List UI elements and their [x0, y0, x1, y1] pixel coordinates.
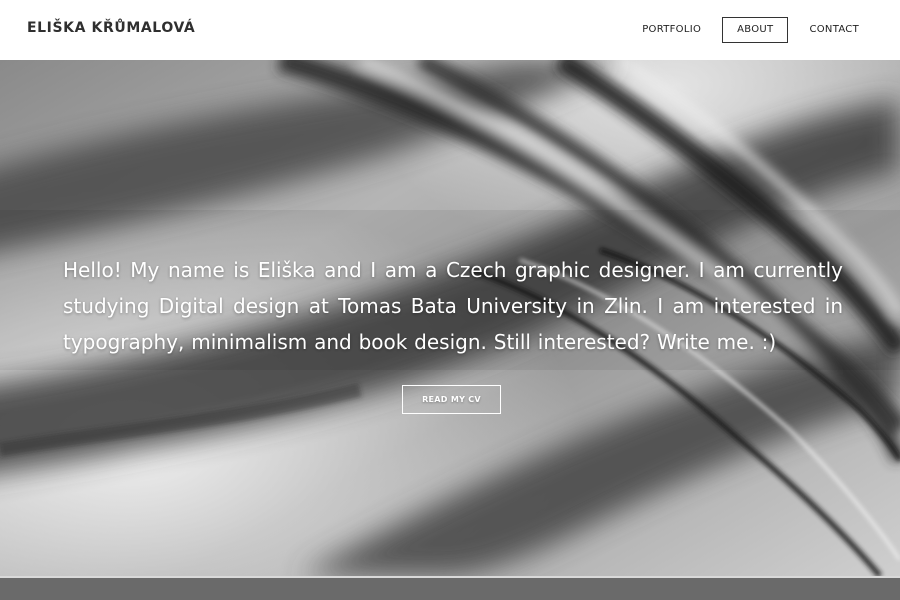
site-logo[interactable]: ELIŠKA KŘŮMALOVÁ — [27, 20, 195, 36]
nav-item-about[interactable]: ABOUT — [722, 17, 789, 43]
read-cv-button[interactable]: READ MY CV — [402, 385, 501, 414]
footer-strip — [0, 576, 900, 600]
nav-item-contact[interactable]: CONTACT — [798, 17, 870, 43]
site-header: ELIŠKA KŘŮMALOVÁ PORTFOLIO ABOUT CONTACT — [0, 0, 900, 60]
nav-item-portfolio[interactable]: PORTFOLIO — [631, 17, 712, 43]
hero-section: Hello! My name is Eliška and I am a Czec… — [0, 60, 900, 576]
intro-paragraph: Hello! My name is Eliška and I am a Czec… — [63, 258, 843, 354]
main-nav: PORTFOLIO ABOUT CONTACT — [621, 17, 870, 43]
about-page: ELIŠKA KŘŮMALOVÁ PORTFOLIO ABOUT CONTACT — [0, 0, 900, 600]
